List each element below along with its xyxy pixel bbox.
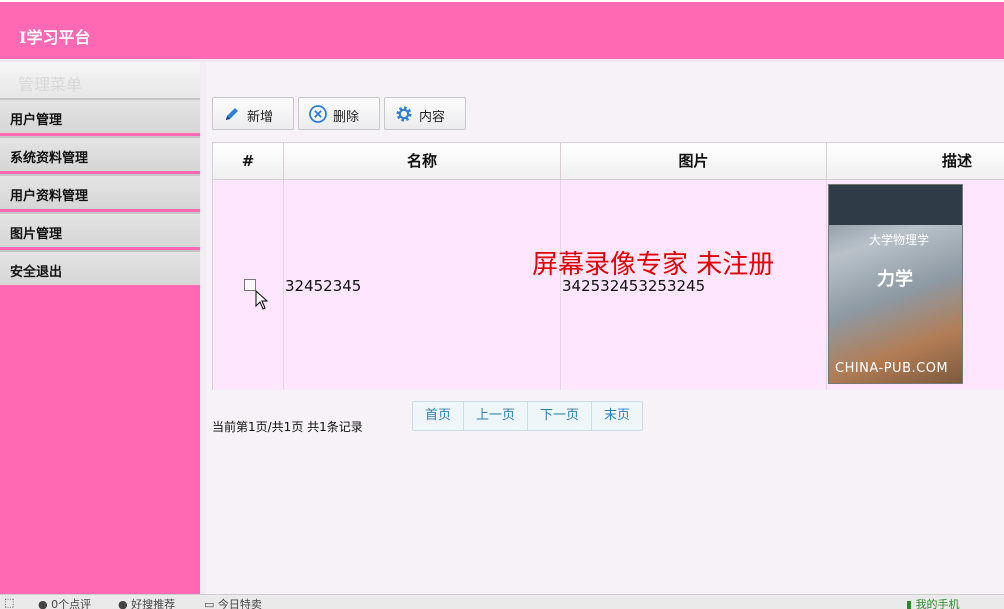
sidebar-item-label: 用户资料管理: [10, 189, 89, 204]
delete-button[interactable]: 删除: [298, 97, 380, 130]
app-title: I学习平台: [19, 28, 91, 47]
first-page-button[interactable]: 首页: [413, 402, 464, 430]
sidebar-item-user-management[interactable]: 用户管理: [0, 98, 200, 133]
status-icon[interactable]: ⬚: [4, 596, 14, 609]
browser-status-bar: ⬚ ● 0个点评 ● 好搜推荐 ▭ 今日特卖 ▮ 我的手机: [0, 594, 1004, 609]
mouse-cursor-icon: [255, 290, 269, 310]
content-button-label: 内容: [419, 110, 446, 125]
status-comments[interactable]: ● 0个点评: [38, 596, 91, 609]
image-cell: 342532453253245: [561, 180, 827, 390]
book-cover-image: 大学物理学 力学 CHINA-PUB.COM: [828, 184, 963, 384]
description-cell: 大学物理学 力学 CHINA-PUB.COM: [827, 180, 1004, 390]
book-cover-band: [829, 185, 962, 225]
status-recommend-label: 好搜推荐: [131, 598, 176, 609]
sidebar-item-logout[interactable]: 安全退出: [0, 250, 200, 285]
content-button[interactable]: 内容: [384, 97, 466, 130]
sidebar-item-image-management[interactable]: 图片管理: [0, 212, 200, 247]
next-page-button[interactable]: 下一页: [528, 402, 592, 430]
sidebar-item-label: 图片管理: [10, 227, 63, 242]
status-recommend[interactable]: ● 好搜推荐: [118, 596, 175, 609]
gear-icon: [396, 106, 412, 122]
name-cell: 32452345: [284, 180, 561, 390]
table-row[interactable]: 32452345 342532453253245 大学物理学 力学 CHINA-…: [213, 180, 1004, 390]
pagination: 首页 上一页 下一页 末页: [412, 401, 643, 431]
row-select-cell: [213, 180, 284, 390]
circle-x-icon: [309, 105, 327, 123]
pencil-icon: [226, 108, 238, 120]
sidebar: 管理菜单 用户管理 系统资料管理 用户资料管理 图片管理 安全退出: [0, 62, 200, 594]
book-cover-subject: 力学: [877, 269, 913, 290]
column-header-image[interactable]: 图片: [561, 143, 827, 180]
sidebar-item-system-data[interactable]: 系统资料管理: [0, 136, 200, 171]
sidebar-item-label: 安全退出: [10, 265, 63, 280]
last-page-button[interactable]: 末页: [592, 402, 642, 430]
content-gutter: [200, 62, 206, 594]
column-header-description[interactable]: 描述: [827, 143, 1004, 180]
pagination-info: 当前第1页/共1页 共1条记录: [212, 420, 363, 434]
status-comments-label: 0个点评: [51, 598, 92, 609]
recorder-watermark: 屏幕录像专家 未注册: [532, 250, 775, 280]
sidebar-header: 管理菜单: [0, 62, 200, 98]
status-phone[interactable]: ▮ 我的手机: [906, 596, 960, 609]
column-header-index[interactable]: #: [213, 143, 284, 180]
sidebar-item-label: 系统资料管理: [10, 151, 89, 166]
sidebar-header-title: 管理菜单: [18, 75, 83, 94]
column-header-name[interactable]: 名称: [284, 143, 561, 180]
app-header: I学习平台: [0, 0, 1004, 59]
prev-page-button[interactable]: 上一页: [464, 402, 528, 430]
book-cover-title: 大学物理学: [869, 233, 930, 247]
status-sale-label: 今日特卖: [217, 598, 262, 609]
sidebar-item-user-data[interactable]: 用户资料管理: [0, 174, 200, 209]
delete-button-label: 删除: [333, 110, 360, 125]
add-button-label: 新增: [247, 110, 274, 125]
status-phone-label: 我的手机: [915, 598, 960, 609]
row-name: 32452345: [285, 277, 362, 295]
sidebar-item-label: 用户管理: [10, 113, 63, 128]
book-cover-publisher: CHINA-PUB.COM: [835, 361, 949, 376]
status-sale[interactable]: ▭ 今日特卖: [204, 596, 262, 609]
add-button[interactable]: 新增: [212, 97, 294, 130]
table-header: # 名称 图片 描述: [213, 143, 1004, 180]
